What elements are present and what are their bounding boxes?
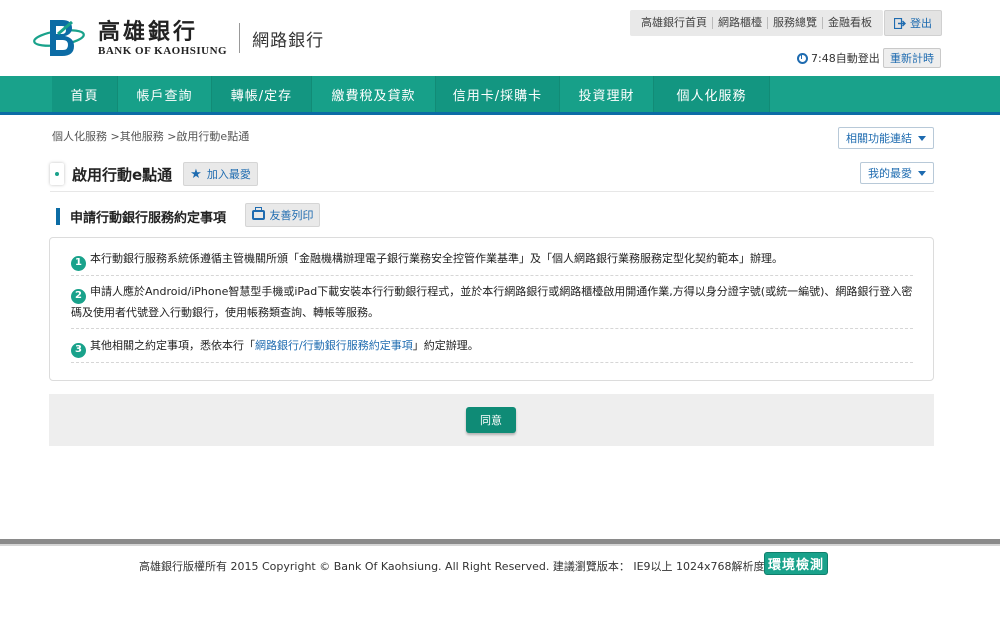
- logo-divider: [239, 23, 241, 53]
- logout-button[interactable]: 登出: [884, 10, 942, 36]
- add-favorite-label: 加入最愛: [206, 168, 251, 181]
- item-text: 本行動銀行服務系統係遵循主管機關所頒「金融機構辦理電子銀行業務安全控管作業基準」…: [90, 252, 783, 265]
- renew-session-button[interactable]: 重新計時: [883, 48, 941, 68]
- list-item: 3 其他相關之約定事項，悉依本行「網路銀行/行動銀行服務約定事項」約定辦理。: [71, 337, 913, 363]
- nav-item-investment[interactable]: 投資理財: [560, 76, 654, 112]
- breadcrumb: 個人化服務 >其他服務 >啟用行動e點通: [52, 130, 250, 143]
- top-link-finance-board[interactable]: 金融看板: [822, 17, 877, 29]
- title-marker-icon: [50, 163, 64, 185]
- related-functions-label: 相關功能連結: [846, 132, 912, 145]
- item-number-badge: 2: [71, 288, 86, 304]
- page-title-row: 啟用行動e點通 ★ 加入最愛 我的最愛: [50, 160, 934, 192]
- print-friendly-button[interactable]: 友善列印: [245, 203, 320, 227]
- logout-label: 登出: [910, 17, 932, 30]
- my-favorites-label: 我的最愛: [868, 167, 912, 180]
- star-icon: ★: [190, 166, 202, 182]
- item-text-before: 其他相關之約定事項，悉依本行「: [90, 339, 255, 352]
- nav-item-credit-card[interactable]: 信用卡/採購卡: [436, 76, 560, 112]
- related-functions-dropdown[interactable]: 相關功能連結: [838, 127, 934, 149]
- nav-item-account-inquiry[interactable]: 帳戶查詢: [118, 76, 212, 112]
- top-link-home[interactable]: 高雄銀行首頁: [636, 17, 712, 29]
- top-link-services[interactable]: 服務總覽: [767, 17, 822, 29]
- header: 高雄銀行 BANK OF KAOHSIUNG 網路銀行 高雄銀行首頁 網路櫃檯 …: [0, 0, 1000, 76]
- site-subtitle: 網路銀行: [252, 30, 325, 51]
- nav-bottom-bar: [0, 112, 1000, 115]
- environment-check-button[interactable]: 環境檢測: [764, 552, 828, 575]
- bank-logo-mark-icon: [33, 20, 85, 56]
- list-item: 2 申請人應於Android/iPhone智慧型手機或iPad下載安裝本行行動銀行…: [71, 283, 913, 329]
- agree-button[interactable]: 同意: [466, 407, 516, 433]
- logo-english-name: BANK OF KAOHSIUNG: [98, 44, 228, 57]
- terms-box: 1 本行動銀行服務系統係遵循主管機關所頒「金融機構辦理電子銀行業務安全控管作業基準…: [49, 237, 934, 381]
- add-favorite-button[interactable]: ★ 加入最愛: [183, 162, 258, 186]
- my-favorites-dropdown[interactable]: 我的最愛: [860, 162, 934, 184]
- item-number-badge: 3: [71, 342, 86, 358]
- top-link-counter[interactable]: 網路櫃檯: [712, 17, 767, 29]
- agree-area: 同意: [49, 394, 934, 446]
- list-item: 1 本行動銀行服務系統係遵循主管機關所頒「金融機構辦理電子銀行業務安全控管作業基準…: [71, 250, 913, 276]
- page-title: 啟用行動e點通: [72, 166, 173, 184]
- nav-item-payment-loans[interactable]: 繳費稅及貸款: [312, 76, 436, 112]
- copyright-text: 高雄銀行版權所有 2015 Copyright © Bank Of Kaohsi…: [139, 560, 787, 573]
- terms-link[interactable]: 網路銀行/行動銀行服務約定事項: [255, 339, 413, 352]
- clock-icon: [797, 52, 808, 64]
- chevron-down-icon: [918, 135, 926, 141]
- session-timer: 7:48自動登出: [797, 50, 880, 66]
- top-links: 高雄銀行首頁 網路櫃檯 服務總覽 金融看板: [630, 10, 883, 36]
- logout-icon: [894, 17, 906, 29]
- printer-icon: [251, 207, 265, 220]
- section-bar: [56, 207, 60, 225]
- bank-logo[interactable]: 高雄銀行 BANK OF KAOHSIUNG 網路銀行: [32, 16, 324, 60]
- logo-chinese-name: 高雄銀行: [98, 18, 199, 45]
- section-header: 申請行動銀行服務約定事項: [56, 204, 226, 228]
- item-text-after: 」約定辦理。: [412, 339, 479, 352]
- footer-divider-light: [0, 544, 1000, 546]
- nav-item-transfer-deposit[interactable]: 轉帳/定存: [212, 76, 312, 112]
- chevron-down-icon: [918, 170, 926, 176]
- nav-item-home[interactable]: 首頁: [52, 76, 118, 112]
- main-nav: 首頁 帳戶查詢 轉帳/定存 繳費稅及貸款 信用卡/採購卡 投資理財 個人化服務: [0, 76, 1000, 112]
- session-text: 7:48自動登出: [811, 52, 880, 65]
- item-text: 申請人應於Android/iPhone智慧型手機或iPad下載安裝本行行動銀行程…: [71, 285, 913, 319]
- print-friendly-label: 友善列印: [269, 209, 314, 222]
- section-title: 申請行動銀行服務約定事項: [70, 210, 227, 226]
- item-number-badge: 1: [71, 255, 86, 271]
- nav-item-personalized-service[interactable]: 個人化服務: [654, 76, 770, 112]
